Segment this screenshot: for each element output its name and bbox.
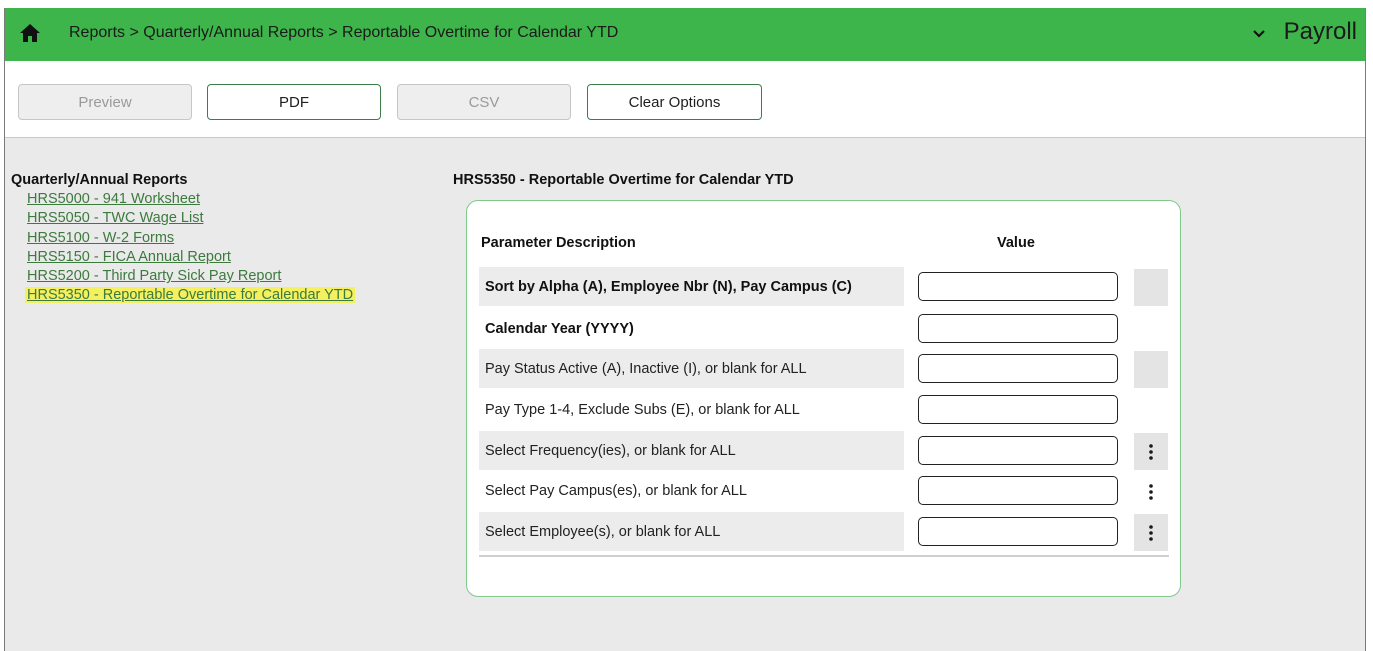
sidebar-item: HRS5050 - TWC Wage List bbox=[25, 209, 355, 228]
param-label: Select Employee(s), or blank for ALL bbox=[479, 512, 904, 551]
clear-options-button[interactable]: Clear Options bbox=[587, 84, 762, 120]
header-bar: Reports > Quarterly/Annual Reports > Rep… bbox=[5, 8, 1365, 61]
sidebar-item: HRS5350 - Reportable Overtime for Calend… bbox=[25, 286, 356, 305]
breadcrumb[interactable]: Reports > Quarterly/Annual Reports > Rep… bbox=[69, 24, 618, 42]
param-row-employee: Select Employee(s), or blank for ALL bbox=[479, 512, 1169, 551]
pay-campus-lookup-button[interactable] bbox=[1134, 473, 1168, 510]
kebab-menu-icon bbox=[1149, 525, 1153, 541]
calendar-year-input[interactable] bbox=[918, 314, 1118, 343]
sort-by-input[interactable] bbox=[918, 272, 1118, 301]
sidebar-report-list: HRS5000 - 941 Worksheet HRS5050 - TWC Wa… bbox=[25, 190, 356, 306]
sidebar-item: HRS5150 - FICA Annual Report bbox=[25, 248, 355, 267]
pay-campus-input[interactable] bbox=[918, 476, 1118, 505]
app-window: Reports > Quarterly/Annual Reports > Rep… bbox=[4, 8, 1366, 651]
pdf-button[interactable]: PDF bbox=[207, 84, 381, 120]
param-row-calendar-year: Calendar Year (YYYY) bbox=[479, 309, 1169, 348]
param-side-cell bbox=[1134, 269, 1168, 306]
frequency-lookup-button[interactable] bbox=[1134, 433, 1168, 470]
param-row-sort-by: Sort by Alpha (A), Employee Nbr (N), Pay… bbox=[479, 267, 1169, 306]
sidebar-item-hrs5100[interactable]: HRS5100 - W-2 Forms bbox=[25, 230, 176, 246]
param-label: Select Frequency(ies), or blank for ALL bbox=[479, 431, 904, 470]
sidebar-item: HRS5100 - W-2 Forms bbox=[25, 229, 355, 248]
param-row-frequency: Select Frequency(ies), or blank for ALL bbox=[479, 431, 1169, 470]
sidebar-title: Quarterly/Annual Reports bbox=[11, 172, 188, 188]
param-label: Sort by Alpha (A), Employee Nbr (N), Pay… bbox=[479, 267, 904, 306]
sidebar-item-hrs5050[interactable]: HRS5050 - TWC Wage List bbox=[25, 210, 205, 226]
employee-input[interactable] bbox=[918, 517, 1118, 546]
frequency-input[interactable] bbox=[918, 436, 1118, 465]
chevron-down-icon[interactable] bbox=[1252, 29, 1266, 39]
module-selector[interactable]: Payroll bbox=[1252, 18, 1357, 46]
page-title: HRS5350 - Reportable Overtime for Calend… bbox=[453, 172, 794, 188]
param-side-cell bbox=[1134, 351, 1168, 388]
column-header-description: Parameter Description bbox=[481, 235, 636, 251]
param-row-pay-status: Pay Status Active (A), Inactive (I), or … bbox=[479, 349, 1169, 388]
pay-status-input[interactable] bbox=[918, 354, 1118, 383]
employee-lookup-button[interactable] bbox=[1134, 514, 1168, 551]
module-label[interactable]: Payroll bbox=[1284, 18, 1357, 46]
toolbar: Preview PDF CSV Clear Options bbox=[5, 61, 1365, 138]
column-header-value: Value bbox=[997, 235, 1035, 251]
param-label: Pay Type 1-4, Exclude Subs (E), or blank… bbox=[485, 401, 800, 418]
home-icon[interactable] bbox=[19, 23, 41, 43]
sidebar-item: HRS5200 - Third Party Sick Pay Report bbox=[25, 267, 355, 286]
csv-button[interactable]: CSV bbox=[397, 84, 571, 120]
table-divider bbox=[479, 555, 1169, 557]
param-row-pay-type: Pay Type 1-4, Exclude Subs (E), or blank… bbox=[479, 390, 1169, 429]
sidebar-item-hrs5350[interactable]: HRS5350 - Reportable Overtime for Calend… bbox=[25, 287, 356, 304]
kebab-menu-icon bbox=[1149, 484, 1153, 500]
sidebar-item-hrs5150[interactable]: HRS5150 - FICA Annual Report bbox=[25, 249, 233, 265]
param-label: Select Pay Campus(es), or blank for ALL bbox=[485, 482, 747, 499]
param-label: Calendar Year (YYYY) bbox=[485, 320, 634, 337]
parameter-panel: Parameter Description Value Sort by Alph… bbox=[466, 200, 1181, 597]
param-row-pay-campus: Select Pay Campus(es), or blank for ALL bbox=[479, 471, 1169, 510]
sidebar-item-hrs5000[interactable]: HRS5000 - 941 Worksheet bbox=[25, 191, 202, 207]
sidebar-item-hrs5200[interactable]: HRS5200 - Third Party Sick Pay Report bbox=[25, 268, 283, 284]
pay-type-input[interactable] bbox=[918, 395, 1118, 424]
preview-button[interactable]: Preview bbox=[18, 84, 192, 120]
kebab-menu-icon bbox=[1149, 444, 1153, 460]
sidebar-item: HRS5000 - 941 Worksheet bbox=[25, 190, 355, 209]
param-label: Pay Status Active (A), Inactive (I), or … bbox=[479, 349, 904, 388]
